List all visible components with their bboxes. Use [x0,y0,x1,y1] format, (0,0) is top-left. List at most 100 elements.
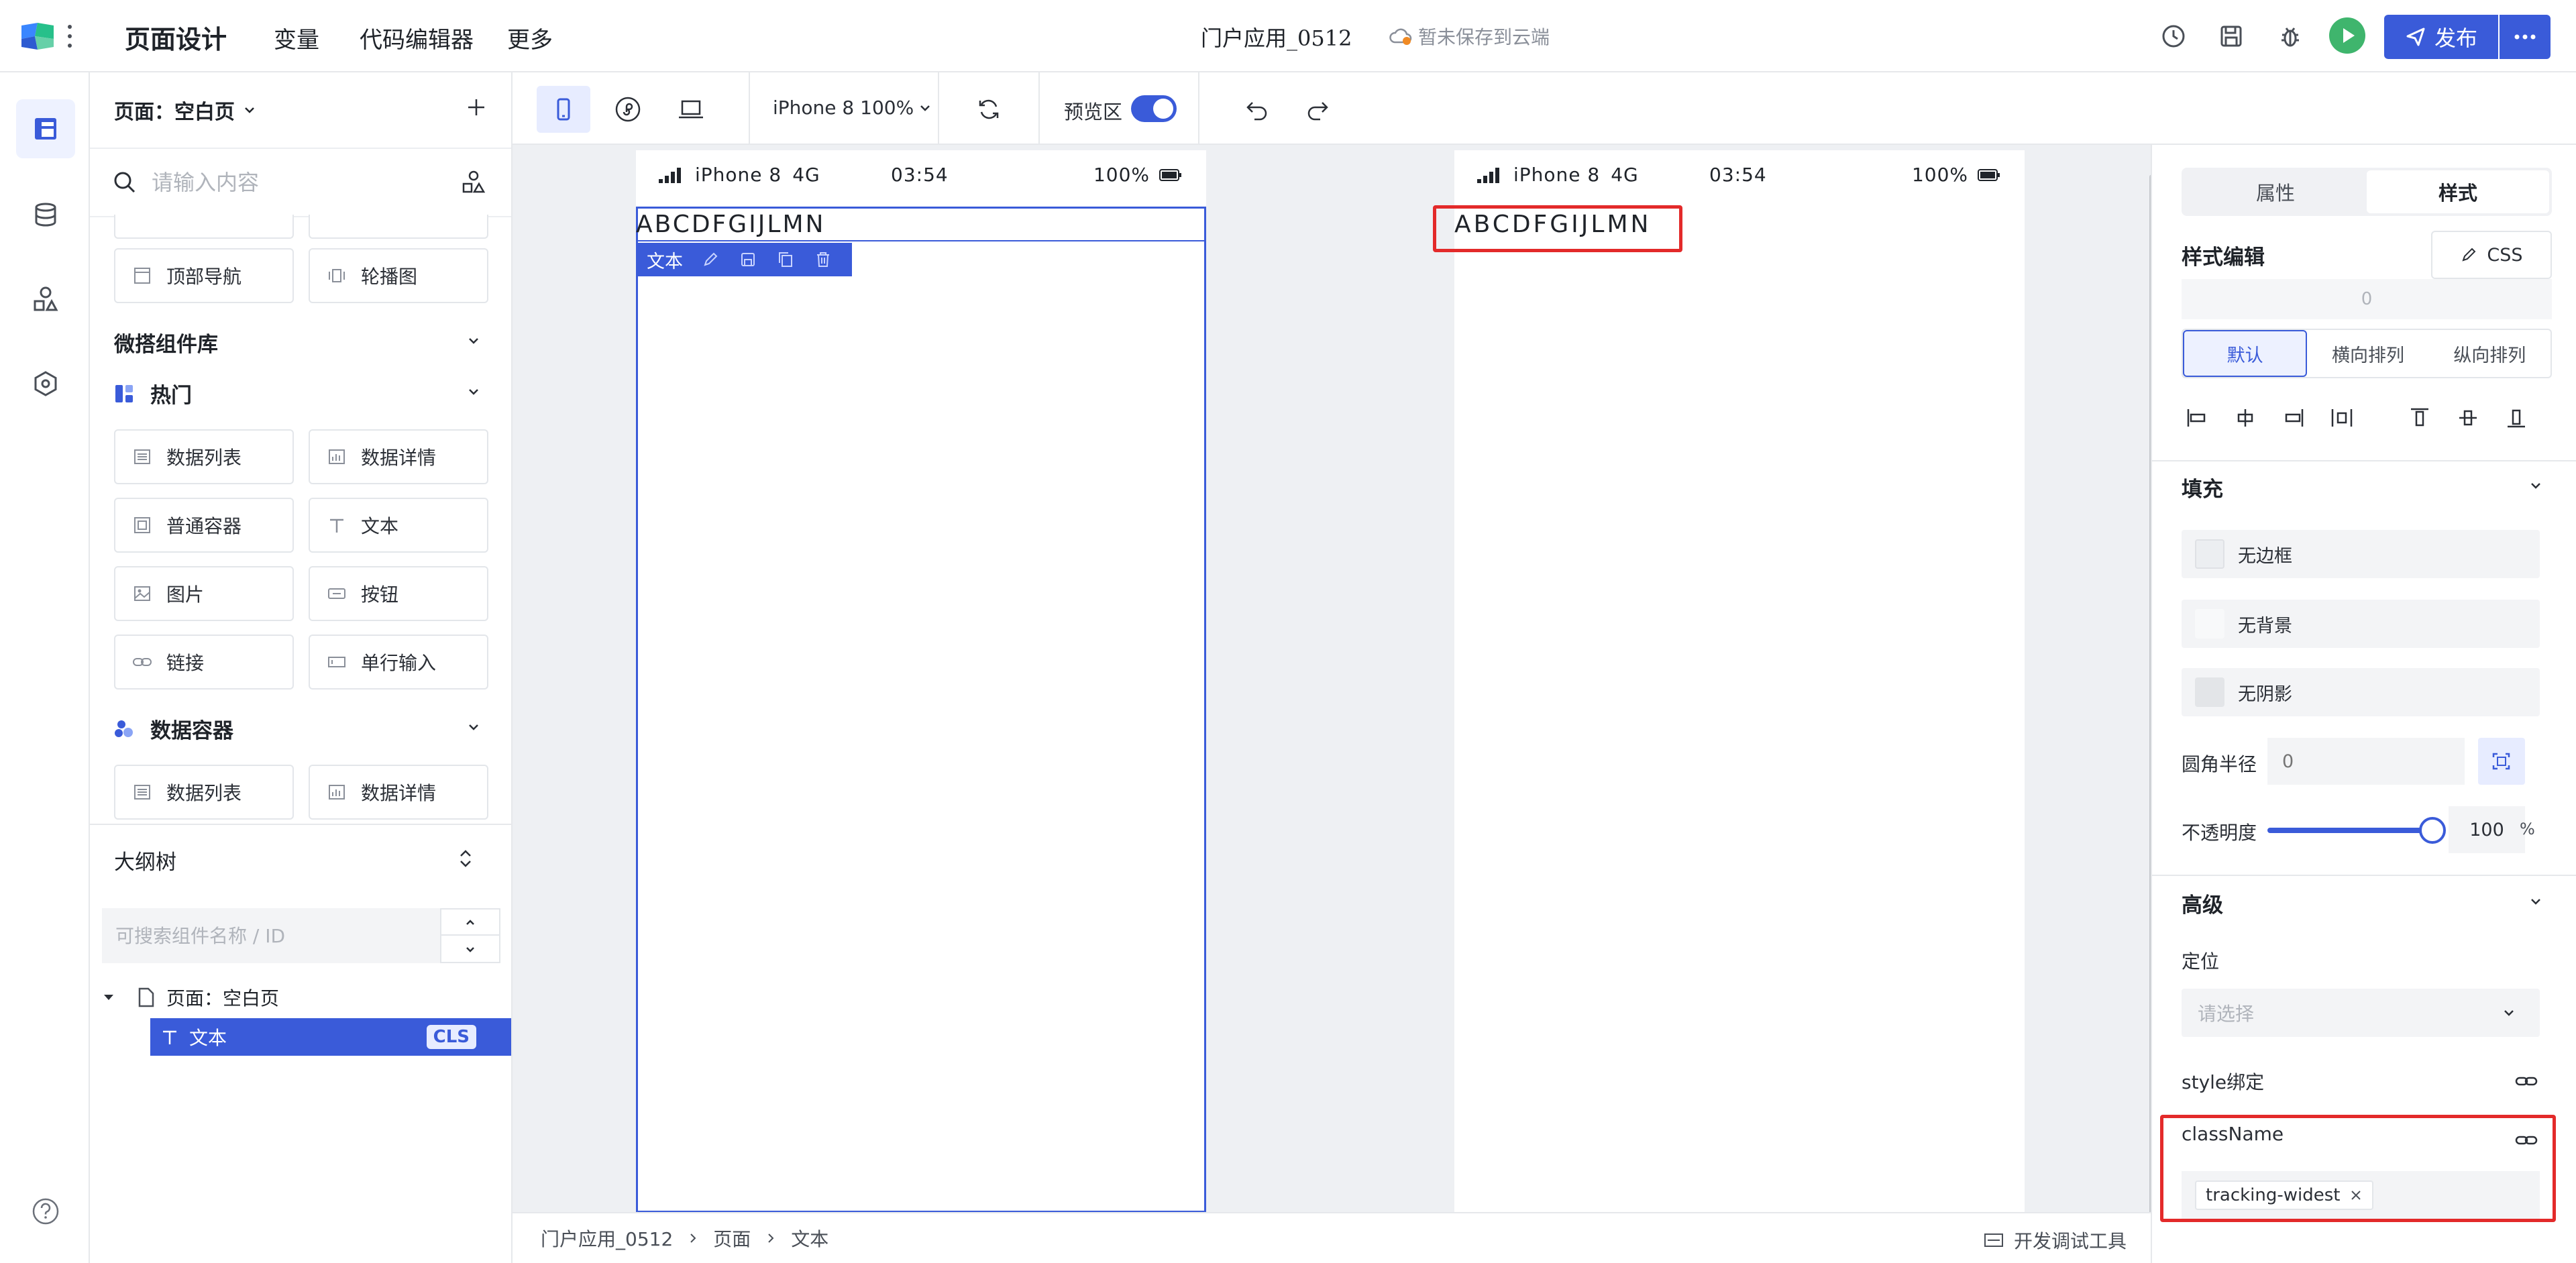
page-selector[interactable]: 页面：空白页 [114,95,258,125]
no-border-swatch [2195,539,2224,569]
save-icon[interactable] [2216,21,2246,51]
component-data-detail-2[interactable]: 数据详情 [309,765,488,820]
align-bottom-icon[interactable] [2502,404,2530,432]
menu-code-editor[interactable]: 代码编辑器 [360,21,474,54]
layout-vertical[interactable]: 纵向排列 [2429,330,2551,377]
device-miniprogram-button[interactable] [601,86,655,133]
align-middle-icon[interactable] [2454,404,2482,432]
fill-chevron-down-icon[interactable] [2525,475,2546,496]
breadcrumb-text[interactable]: 文本 [791,1225,828,1252]
menu-variables[interactable]: 变量 [274,21,319,54]
refresh-button[interactable] [962,86,1016,133]
component-link[interactable]: 链接 [114,635,294,690]
outline-search-input[interactable] [102,908,440,963]
tree-node-text-selected[interactable]: 文本 CLS [150,1018,511,1056]
data-list-icon [131,446,153,468]
component-search-input[interactable] [152,168,433,197]
opacity-slider-track[interactable] [2267,828,2428,833]
hot-chevron-down-icon[interactable] [463,381,484,402]
distribute-horizontal-icon[interactable] [2328,404,2356,432]
breadcrumb-page[interactable]: 页面 [713,1225,751,1252]
component-top-nav[interactable]: 顶部导航 [114,248,294,303]
history-icon[interactable] [2159,21,2188,51]
opacity-slider-handle[interactable] [2419,817,2446,844]
css-button[interactable]: CSS [2431,231,2552,279]
undo-button[interactable] [1230,86,1284,133]
component-shapes-icon[interactable] [460,169,487,196]
device-mobile-button[interactable] [537,86,590,133]
outline-stepper [440,908,500,963]
component-card-partial[interactable] [114,215,294,239]
component-container[interactable]: 普通容器 [114,498,294,553]
publish-button[interactable]: 发布 [2384,15,2498,59]
add-page-plus-icon[interactable] [463,94,490,121]
selected-page-frame[interactable] [636,207,1206,1213]
align-center-icon[interactable] [2231,404,2259,432]
laptop-icon [676,95,706,124]
component-carousel[interactable]: 轮播图 [309,248,488,303]
devtools-button[interactable]: 开发调试工具 [1983,1227,2127,1254]
edit-pencil-icon[interactable] [700,250,720,270]
layout-horizontal[interactable]: 横向排列 [2307,330,2428,377]
panel-divider [2152,875,2576,876]
align-left-icon[interactable] [2183,404,2211,432]
expand-collapse-icon[interactable] [452,845,479,872]
save-icon[interactable] [738,250,758,270]
component-data-list-2[interactable]: 数据列表 [114,765,294,820]
layout-default[interactable]: 默认 [2183,330,2308,377]
component-card-partial[interactable] [309,215,488,239]
copy-icon[interactable] [775,250,796,270]
opacity-input[interactable]: 100 [2449,806,2525,853]
toolbar-separator [749,72,750,144]
tree-node-page[interactable]: 页面：空白页 [102,981,279,1014]
style-bind-link-icon[interactable] [2514,1069,2538,1093]
component-data-detail[interactable]: 数据详情 [309,429,488,484]
rail-help[interactable] [16,1182,75,1241]
radius-input[interactable] [2267,738,2465,785]
chevron-up-icon[interactable] [441,910,499,936]
preview-label: 预览区 [1064,101,1123,123]
left-icon-rail [0,72,90,1263]
radius-corners-toggle[interactable] [2478,738,2525,785]
component-image[interactable]: 图片 [114,566,294,621]
caret-down-icon[interactable] [102,991,115,1004]
rail-pages[interactable] [16,99,75,158]
library-chevron-down-icon[interactable] [463,330,484,351]
align-right-icon[interactable] [2279,404,2308,432]
rail-data[interactable] [16,185,75,244]
trash-icon[interactable] [813,250,833,270]
component-data-list[interactable]: 数据列表 [114,429,294,484]
rail-components[interactable] [16,270,75,329]
component-single-input[interactable]: 单行输入 [309,635,488,690]
publish-more-button[interactable] [2500,15,2551,59]
fill-border-row[interactable]: 无边框 [2182,530,2540,578]
device-size-select[interactable]: iPhone 8 100% [773,97,932,119]
menu-more[interactable]: 更多 [507,21,553,54]
data-container-section[interactable]: 数据容器 [114,714,233,744]
device-desktop-button[interactable] [664,86,718,133]
chevron-down-icon[interactable] [441,936,499,962]
component-button[interactable]: 按钮 [309,566,488,621]
advanced-chevron-down-icon[interactable] [2525,891,2546,912]
align-top-icon[interactable] [2406,404,2434,432]
run-preview-button[interactable] [2329,17,2365,54]
fill-shadow-row[interactable]: 无阴影 [2182,668,2540,716]
component-text[interactable]: 文本 [309,498,488,553]
radius-label: 圆角半径 [2182,753,2257,775]
rail-settings[interactable] [16,354,75,413]
chevron-right-icon [765,1231,776,1245]
fill-background-row[interactable]: 无背景 [2182,600,2540,648]
text-component[interactable]: ABCDFGIJLMN [636,211,825,238]
partial-number-field[interactable]: 0 [2182,279,2552,319]
hot-section[interactable]: 热门 [114,378,192,408]
position-select[interactable]: 请选择 [2182,989,2540,1037]
redo-button[interactable] [1291,86,1344,133]
data-container-chevron-down-icon[interactable] [463,716,484,738]
app-logo-icon[interactable] [17,20,58,52]
more-vertical-icon[interactable] [66,21,74,51]
tab-style[interactable]: 样式 [2367,170,2549,213]
preview-toggle[interactable] [1131,95,1177,122]
tab-properties[interactable]: 属性 [2184,170,2367,213]
breadcrumb-app[interactable]: 门户应用_0512 [541,1225,673,1252]
debug-bug-icon[interactable] [2275,21,2305,51]
